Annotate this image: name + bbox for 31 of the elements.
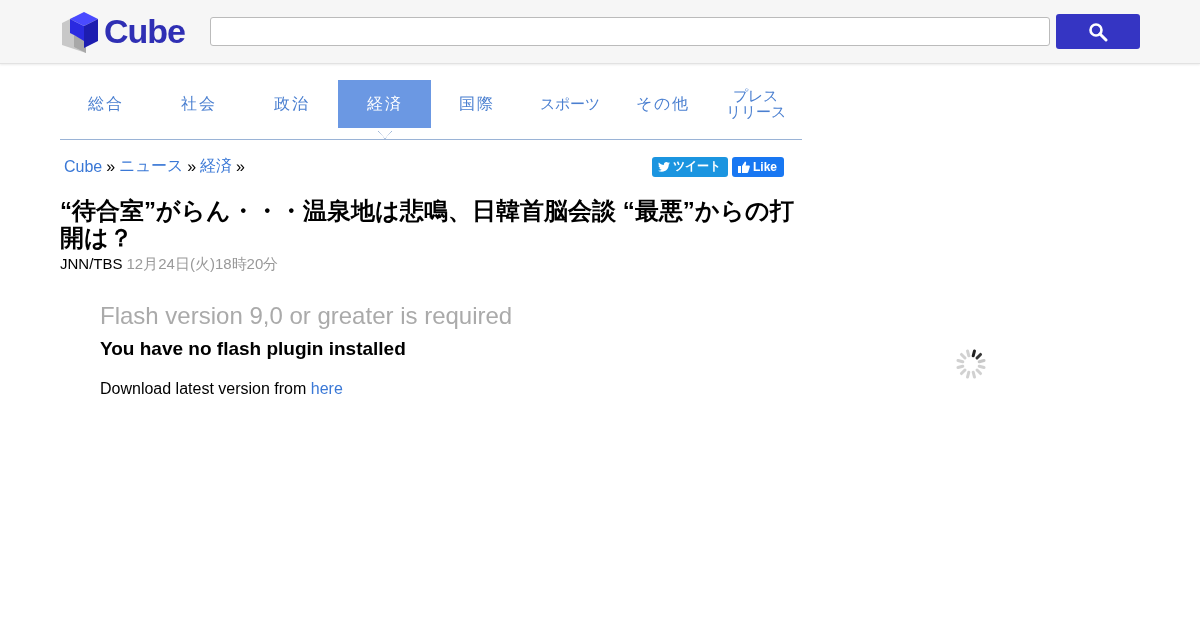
logo-text[interactable]: Cube	[104, 12, 185, 51]
article-title: “待合室”がらん・・・温泉地は悲鳴、日韓首脳会談 “最悪”からの打開は？	[60, 197, 795, 251]
loading-spinner-icon	[955, 348, 987, 380]
article-source: JNN/TBS	[60, 255, 123, 274]
breadcrumb-link[interactable]: Cube	[64, 157, 103, 176]
flash-message: You have no flash plugin installed	[100, 338, 407, 360]
like-button[interactable]: Like	[732, 156, 784, 177]
category-tab[interactable]: 総合	[60, 80, 153, 128]
download-text: Download latest version from here	[100, 380, 344, 398]
category-tab[interactable]: 経済	[338, 80, 431, 128]
article-date: 12月24日(火)18時20分	[126, 255, 279, 274]
category-tab[interactable]: 政治	[245, 80, 339, 128]
category-tab[interactable]: 国際	[431, 80, 524, 128]
thumbs-up-icon	[738, 160, 750, 173]
flash-heading: Flash version 9,0 or greater is required	[100, 302, 514, 330]
category-tab[interactable]: スポーツ	[523, 80, 617, 128]
breadcrumb-link[interactable]: 経済	[200, 156, 233, 177]
search-icon	[1088, 21, 1108, 42]
search-button[interactable]	[1056, 14, 1140, 49]
tweet-button[interactable]: ツイート	[652, 156, 728, 177]
bird-icon	[658, 161, 670, 172]
breadcrumb-separator: »	[236, 157, 245, 176]
search-field[interactable]	[210, 17, 1050, 46]
category-tab[interactable]: 社会	[152, 80, 246, 128]
breadcrumb-link[interactable]: ニュース	[119, 156, 184, 177]
breadcrumb-separator: »	[187, 157, 197, 176]
breadcrumb-separator: »	[106, 157, 116, 176]
cube-logo-icon	[60, 10, 100, 53]
download-link[interactable]: here	[310, 380, 343, 397]
category-tab[interactable]: プレス リリース	[709, 80, 802, 128]
category-tab[interactable]: その他	[616, 80, 710, 128]
